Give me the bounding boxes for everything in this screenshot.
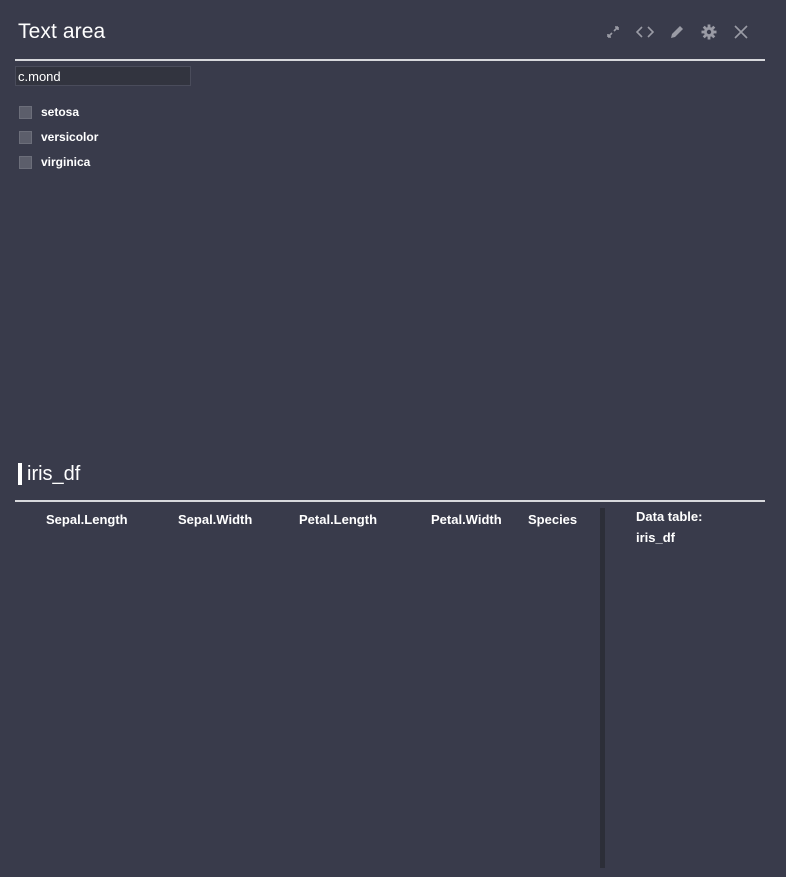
column-header-sepal-length[interactable]: Sepal.Length <box>46 512 128 527</box>
panel-toolbar <box>603 22 751 42</box>
checkbox-option-setosa[interactable]: setosa <box>19 104 98 120</box>
table-section-title: iris_df <box>27 462 81 485</box>
code-button[interactable] <box>635 22 655 42</box>
text-area-input[interactable] <box>15 66 191 86</box>
gear-icon <box>701 24 717 40</box>
pencil-icon <box>671 26 683 38</box>
checkbox-option-virginica[interactable]: virginica <box>19 154 98 170</box>
checkbox[interactable] <box>19 130 32 144</box>
column-header-species[interactable]: Species <box>528 512 577 527</box>
checkbox[interactable] <box>19 105 32 119</box>
code-brackets-icon <box>636 26 654 38</box>
panel-title: Text area <box>18 20 106 43</box>
table-section-header: iris_df <box>18 462 80 486</box>
checkbox-label: virginica <box>41 155 91 169</box>
checkbox-label: versicolor <box>41 130 99 144</box>
expand-arrows-icon <box>607 26 619 38</box>
column-header-petal-width[interactable]: Petal.Width <box>431 512 502 527</box>
checkbox-label: setosa <box>41 105 80 119</box>
table-header-row: Sepal.Length Sepal.Width Petal.Length Pe… <box>15 512 600 532</box>
checkbox[interactable] <box>19 155 32 169</box>
data-table: Sepal.Length Sepal.Width Petal.Length Pe… <box>15 502 600 872</box>
section-accent-bar <box>18 463 22 485</box>
table-scrollbar[interactable] <box>600 508 605 868</box>
expand-button[interactable] <box>603 22 623 42</box>
panel-header: Text area <box>18 18 765 48</box>
species-checkbox-group: setosa versicolor virginica <box>19 104 98 179</box>
column-header-sepal-width[interactable]: Sepal.Width <box>178 512 252 527</box>
column-header-petal-length[interactable]: Petal.Length <box>299 512 377 527</box>
edit-button[interactable] <box>667 22 687 42</box>
header-divider <box>15 59 765 61</box>
data-table-info-value: iris_df <box>636 530 676 545</box>
data-table-info-label: Data table: <box>636 509 703 524</box>
data-table-info: Data table: iris_df <box>636 506 702 548</box>
close-button[interactable] <box>731 22 751 42</box>
settings-button[interactable] <box>699 22 719 42</box>
close-x-icon <box>734 25 748 39</box>
checkbox-option-versicolor[interactable]: versicolor <box>19 129 98 145</box>
